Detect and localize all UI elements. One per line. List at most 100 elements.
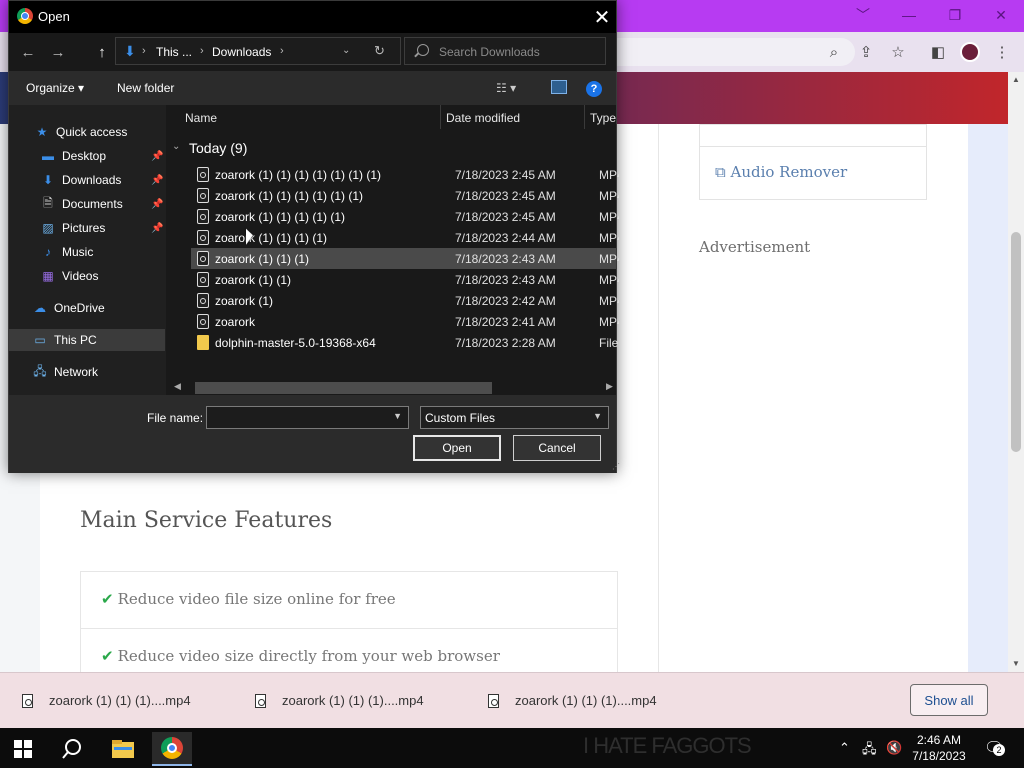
address-bar[interactable] <box>600 38 855 66</box>
address-dropdown-icon[interactable]: ⌄ <box>342 45 350 56</box>
pin-icon[interactable]: 📌 <box>151 199 163 210</box>
close-window-button[interactable]: ✕ <box>978 0 1024 30</box>
chevron-down-icon[interactable]: ▼ <box>393 411 402 421</box>
file-row[interactable]: zoarork (1) (1) 7/18/2023 2:43 AM MP4 <box>191 269 619 290</box>
documents-icon: 🗎 <box>43 195 53 210</box>
show-all-button[interactable]: Show all <box>910 684 988 716</box>
file-date: 7/18/2023 2:28 AM <box>455 336 556 350</box>
file-explorer-icon[interactable] <box>104 732 142 766</box>
minimize-button[interactable]: — <box>886 0 932 30</box>
nav-label: Quick access <box>56 125 128 139</box>
file-row[interactable]: zoarork (1) 7/18/2023 2:42 AM MP4 <box>191 290 619 311</box>
back-arrow-icon[interactable]: ← <box>17 41 39 63</box>
search-icon <box>417 44 429 56</box>
pin-icon[interactable]: 📌 <box>151 175 163 186</box>
scroll-up-arrow[interactable]: ▲ <box>1008 72 1024 86</box>
file-row[interactable]: zoarork (1) (1) (1) (1) (1) (1) (1) 7/18/… <box>191 164 619 185</box>
file-name-input[interactable]: ▼ <box>206 406 409 429</box>
search-downloads-box[interactable]: Search Downloads <box>404 37 606 65</box>
download-item[interactable]: zoarork (1) (1) (1)....mp4 <box>22 693 191 708</box>
breadcrumb-this-pc[interactable]: This ... <box>156 45 192 59</box>
file-date: 7/18/2023 2:43 AM <box>455 273 556 287</box>
command-bar <box>9 71 616 105</box>
chrome-taskbar-icon[interactable] <box>152 732 192 766</box>
forward-arrow-icon[interactable]: → <box>47 41 69 63</box>
organize-menu[interactable]: Organize ▾ <box>26 81 84 95</box>
view-options-icon[interactable]: ☷ ▾ <box>496 81 516 95</box>
column-type[interactable]: Type <box>590 111 616 125</box>
column-separator[interactable] <box>440 105 441 129</box>
nav-music[interactable]: ♪ Music <box>9 241 165 263</box>
file-type: MP4 <box>599 189 619 203</box>
tab-search-icon[interactable]: ﹀ <box>840 0 886 30</box>
downloads-icon: ⬇ <box>42 173 54 187</box>
tools-card <box>699 124 927 200</box>
file-type-select[interactable]: Custom Files ▼ <box>420 406 609 429</box>
restore-button[interactable]: ❐ <box>932 0 978 30</box>
profile-avatar[interactable] <box>958 40 982 64</box>
resize-grip-icon[interactable]: ⋰ <box>612 462 620 471</box>
menu-kebab-icon[interactable]: ⋮ <box>990 40 1014 64</box>
file-row[interactable]: zoarork (1) (1) (1) (1) (1) (1) 7/18/2023… <box>191 185 619 206</box>
help-icon[interactable]: ? <box>586 81 602 97</box>
pin-icon[interactable]: 📌 <box>151 223 163 234</box>
check-icon: ✔ <box>101 590 114 608</box>
file-row[interactable]: zoarork 7/18/2023 2:41 AM MP4 <box>191 311 619 332</box>
notifications-icon[interactable]: 🗨2 <box>984 738 1005 758</box>
collapse-chevron-icon[interactable]: ⌄ <box>172 141 180 152</box>
file-type: MP4 <box>599 168 619 182</box>
dialog-close-button[interactable]: ✕ <box>589 4 615 30</box>
windows-start-icon[interactable] <box>14 740 32 758</box>
nav-desktop[interactable]: ▬ Desktop 📌 <box>9 145 165 167</box>
nav-pictures[interactable]: ▨ Pictures 📌 <box>9 217 165 239</box>
refresh-icon[interactable]: ↻ <box>374 43 385 59</box>
share-icon[interactable]: ⇪ <box>854 40 878 64</box>
column-name[interactable]: Name <box>185 111 217 125</box>
nav-network[interactable]: 🖧 Network <box>9 361 165 383</box>
address-breadcrumb[interactable]: ⬇ › This ... › Downloads › ⌄ ↻ <box>115 37 401 65</box>
file-row[interactable]: zoarork (1) (1) (1) (1) (1) 7/18/2023 2:4… <box>191 206 619 227</box>
audio-remover-link[interactable]: ⧉ Audio Remover <box>715 163 847 181</box>
file-name: dolphin-master-5.0-19368-x64 <box>215 336 376 350</box>
download-item[interactable]: zoarork (1) (1) (1)....mp4 <box>255 693 424 708</box>
scroll-down-arrow[interactable]: ▼ <box>1008 656 1024 670</box>
zoom-search-icon[interactable]: ⌕ <box>822 40 846 64</box>
search-taskbar-icon[interactable] <box>56 732 88 766</box>
scroll-right-arrow[interactable]: ▶ <box>606 381 613 392</box>
file-row[interactable]: zoarork (1) (1) (1) (1) 7/18/2023 2:44 AM… <box>191 227 619 248</box>
nav-videos[interactable]: ▦ Videos <box>9 265 165 287</box>
file-date: 7/18/2023 2:42 AM <box>455 294 556 308</box>
show-hidden-icons-icon[interactable]: ⌃ <box>839 740 850 756</box>
column-separator[interactable] <box>584 105 585 129</box>
side-panel-icon[interactable]: ◧ <box>926 40 950 64</box>
scroll-left-arrow[interactable]: ◀ <box>174 381 181 392</box>
breadcrumb-downloads[interactable]: Downloads <box>212 45 271 59</box>
file-type: MP4 <box>599 294 619 308</box>
group-header-today[interactable]: Today (9) <box>189 140 247 156</box>
up-arrow-icon[interactable]: ↑ <box>91 41 113 63</box>
pin-icon[interactable]: 📌 <box>151 151 163 162</box>
nav-documents[interactable]: 🗎 Documents 📌 <box>9 193 165 215</box>
nav-onedrive[interactable]: ☁ OneDrive <box>9 297 165 319</box>
folder-row[interactable]: dolphin-master-5.0-19368-x64 7/18/2023 2:… <box>191 332 619 353</box>
video-file-icon <box>197 293 209 308</box>
cancel-button[interactable]: Cancel <box>513 435 601 461</box>
new-folder-button[interactable]: New folder <box>117 81 174 95</box>
file-row[interactable]: zoarork (1) (1) (1) 7/18/2023 2:43 AM MP4 <box>191 248 619 269</box>
nav-downloads[interactable]: ⬇ Downloads 📌 <box>9 169 165 191</box>
dialog-titlebar: Open ✕ <box>9 1 616 33</box>
open-button[interactable]: Open <box>413 435 501 461</box>
wallpaper-text: I HATE FAGGOTS <box>583 733 752 758</box>
horizontal-scroll-thumb[interactable] <box>195 382 492 394</box>
download-item[interactable]: zoarork (1) (1) (1)....mp4 <box>488 693 657 708</box>
system-clock[interactable]: 2:46 AM 7/18/2023 <box>908 732 970 764</box>
volume-muted-icon[interactable]: 🔇 <box>886 740 902 756</box>
nav-this-pc[interactable]: ▭ This PC <box>9 329 165 351</box>
column-date-modified[interactable]: Date modified <box>446 111 520 125</box>
nav-quick-access[interactable]: ★ Quick access <box>9 121 165 143</box>
bookmark-star-icon[interactable]: ☆ <box>886 40 910 64</box>
preview-pane-icon[interactable] <box>551 80 567 94</box>
network-icon[interactable]: 🖧 <box>862 740 877 762</box>
file-name: zoarork (1) (1) (1) (1) (1) (1) (1) <box>215 168 382 182</box>
scroll-thumb[interactable] <box>1011 232 1021 452</box>
